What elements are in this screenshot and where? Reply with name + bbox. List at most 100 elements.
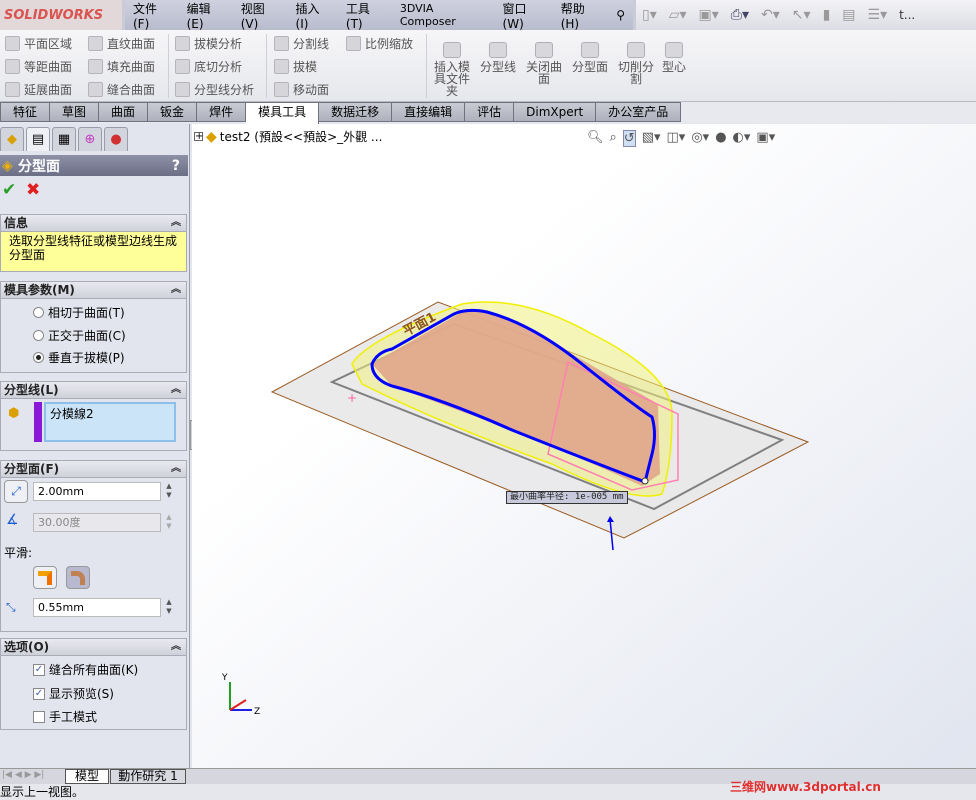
undo-icon[interactable]: ↶▾ xyxy=(761,7,780,23)
tab-evaluate[interactable]: 评估 xyxy=(465,102,515,122)
checkbox[interactable]: ✓ xyxy=(33,663,45,676)
tab-model[interactable]: 模型 xyxy=(65,769,109,784)
tab-scroll-arrows[interactable]: |◀ ◀ ▶ ▶| xyxy=(2,770,44,780)
distance-input[interactable]: 2.00mm xyxy=(33,482,161,501)
checkbox-manual-mode[interactable]: 手工模式 xyxy=(33,708,97,725)
tab-weldments[interactable]: 焊件 xyxy=(197,102,247,122)
display-style-icon[interactable]: ◎▾ xyxy=(691,130,709,147)
menu-edit[interactable]: 编辑(E) xyxy=(179,0,233,31)
tab-data-migration[interactable]: 数据迁移 xyxy=(319,102,393,122)
menu-insert[interactable]: 插入(I) xyxy=(288,0,338,31)
appearance-icon[interactable]: ◐▾ xyxy=(733,130,751,147)
smooth-distance-input[interactable]: 0.55mm xyxy=(33,598,161,617)
tab-direct-editing[interactable]: 直接编辑 xyxy=(392,102,466,122)
print-icon[interactable]: ⎙▾ xyxy=(731,7,749,23)
core-button[interactable]: 型心 xyxy=(656,42,692,73)
radio-button[interactable] xyxy=(33,330,44,341)
options-section-header[interactable]: 选项(O) ︽ xyxy=(0,638,187,656)
filled-surface-button[interactable]: 填充曲面 xyxy=(88,58,155,75)
tab-dimxpert[interactable]: DimXpert xyxy=(514,102,597,122)
undercut-analysis-button[interactable]: 底切分析 xyxy=(175,58,242,75)
tab-motion-study[interactable]: 動作研究 1 xyxy=(110,769,186,784)
radio-tangent[interactable]: 相切于曲面(T) xyxy=(33,304,125,321)
scale-button[interactable]: 比例缩放 xyxy=(346,35,413,52)
parting-lines-button[interactable]: 分型线 xyxy=(476,42,520,73)
radio-normal[interactable]: 正交于曲面(C) xyxy=(33,327,126,344)
section-view-icon[interactable]: ▧▾ xyxy=(642,130,661,147)
hide-show-icon[interactable]: ● xyxy=(715,130,726,147)
menu-help[interactable]: 帮助(H) xyxy=(553,0,609,31)
menu-view[interactable]: 视图(V) xyxy=(233,0,288,31)
menu-window[interactable]: 窗口(W) xyxy=(495,0,553,31)
checkbox-knit-all[interactable]: ✓ 缝合所有曲面(K) xyxy=(33,661,138,678)
insert-mold-folder-button[interactable]: 插入模具文件夹 xyxy=(430,42,474,97)
menu-3dvia[interactable]: 3DVIA Composer xyxy=(392,2,495,28)
reverse-direction-button[interactable]: ⤢ xyxy=(4,480,28,503)
round-smooth-button[interactable] xyxy=(66,566,90,589)
radio-button[interactable] xyxy=(33,352,44,363)
list-item[interactable]: 分模線2 xyxy=(50,407,94,421)
scene-icon[interactable]: ▣▾ xyxy=(756,130,775,147)
zoom-to-area-icon[interactable]: ⌕ xyxy=(610,130,617,147)
offset-surface-button[interactable]: 等距曲面 xyxy=(5,58,72,75)
cancel-button[interactable]: ✖ xyxy=(26,180,40,200)
draft-button[interactable]: 拔模 xyxy=(274,58,317,75)
shut-off-surfaces-button[interactable]: 关闭曲面 xyxy=(522,42,566,85)
smooth-distance-spinner[interactable]: ▲ ▼ xyxy=(163,598,175,617)
property-manager-tab[interactable]: ▤ xyxy=(26,127,50,151)
previous-view-icon[interactable]: ↺ xyxy=(622,130,636,147)
save-icon[interactable]: ▣▾ xyxy=(699,7,719,23)
pin-icon[interactable]: ⚲ xyxy=(608,8,633,22)
checkbox-show-preview[interactable]: ✓ 显示预览(S) xyxy=(33,685,114,702)
open-icon[interactable]: ▱▾ xyxy=(669,7,687,23)
parting-surface-section-header[interactable]: 分型面(F) ︽ xyxy=(0,460,187,478)
graphics-viewport[interactable]: + ◆ test2 (預設<<預設>_外觀 ... + Y Z 平面1 最小曲率… xyxy=(192,124,976,768)
checkbox[interactable]: ✓ xyxy=(33,687,45,700)
collapse-icon[interactable]: ︽ xyxy=(171,282,181,298)
tab-features[interactable]: 特征 xyxy=(0,102,51,122)
move-face-button[interactable]: 移动面 xyxy=(274,81,329,98)
solidworks-logo[interactable]: SOLIDWORKS xyxy=(0,0,122,30)
distance-spinner[interactable]: ▲ ▼ xyxy=(163,482,175,501)
planar-surface-button[interactable]: 平面区域 xyxy=(5,35,72,52)
draft-analysis-button[interactable]: 拔模分析 xyxy=(175,35,242,52)
parting-line-selection-box[interactable]: 分模線2 xyxy=(44,402,176,442)
list-icon[interactable]: ☰▾ xyxy=(868,7,888,23)
tab-sheet-metal[interactable]: 钣金 xyxy=(148,102,198,122)
collapse-icon[interactable]: ︽ xyxy=(171,461,181,477)
ruled-surface-button[interactable]: 直纹曲面 xyxy=(88,35,155,52)
sharp-smooth-button[interactable] xyxy=(33,566,57,589)
view-orientation-icon[interactable]: ◫▾ xyxy=(667,130,686,147)
tab-mold-tools[interactable]: 模具工具 xyxy=(246,102,320,124)
new-icon[interactable]: ▯▾ xyxy=(642,7,657,23)
split-line-button[interactable]: 分割线 xyxy=(274,35,329,52)
zoom-to-fit-icon[interactable]: 🔍︎ xyxy=(587,130,604,147)
tab-sketch[interactable]: 草图 xyxy=(50,102,100,122)
select-icon[interactable]: ↖▾ xyxy=(792,7,811,23)
radiate-surface-button[interactable]: 延展曲面 xyxy=(5,81,72,98)
checkbox[interactable] xyxy=(33,710,45,723)
dimxpert-tab[interactable]: ⊕ xyxy=(78,127,102,151)
parting-line-analysis-button[interactable]: 分型线分析 xyxy=(175,81,254,98)
tab-surfaces[interactable]: 曲面 xyxy=(99,102,149,122)
menu-tools[interactable]: 工具(T) xyxy=(338,0,392,31)
info-section-header[interactable]: 信息 ︽ xyxy=(0,214,187,232)
collapse-icon[interactable]: ︽ xyxy=(171,382,181,398)
display-manager-tab[interactable]: ● xyxy=(104,127,128,151)
menu-file[interactable]: 文件(F) xyxy=(125,0,179,31)
tab-office-products[interactable]: 办公室产品 xyxy=(596,102,682,122)
collapse-icon[interactable]: ︽ xyxy=(171,215,181,231)
radio-perpendicular[interactable]: 垂直于拔模(P) xyxy=(33,349,125,366)
help-button[interactable]: ? xyxy=(172,158,180,174)
configuration-tab[interactable]: ▦ xyxy=(52,127,76,151)
parting-line-section-header[interactable]: 分型线(L) ︽ xyxy=(0,381,187,399)
radio-button[interactable] xyxy=(33,307,44,318)
mold-params-section-header[interactable]: 模具参数(M) ︽ xyxy=(0,281,187,299)
parting-surfaces-button[interactable]: 分型面 xyxy=(568,42,612,73)
tooling-split-button[interactable]: 切削分割 xyxy=(614,42,658,85)
collapse-icon[interactable]: ︽ xyxy=(171,639,181,655)
ok-button[interactable]: ✔ xyxy=(2,180,16,200)
rebuild-icon[interactable]: ▮ xyxy=(823,7,831,23)
options-icon[interactable]: ▤ xyxy=(842,7,855,23)
knit-surface-button[interactable]: 缝合曲面 xyxy=(88,81,155,98)
